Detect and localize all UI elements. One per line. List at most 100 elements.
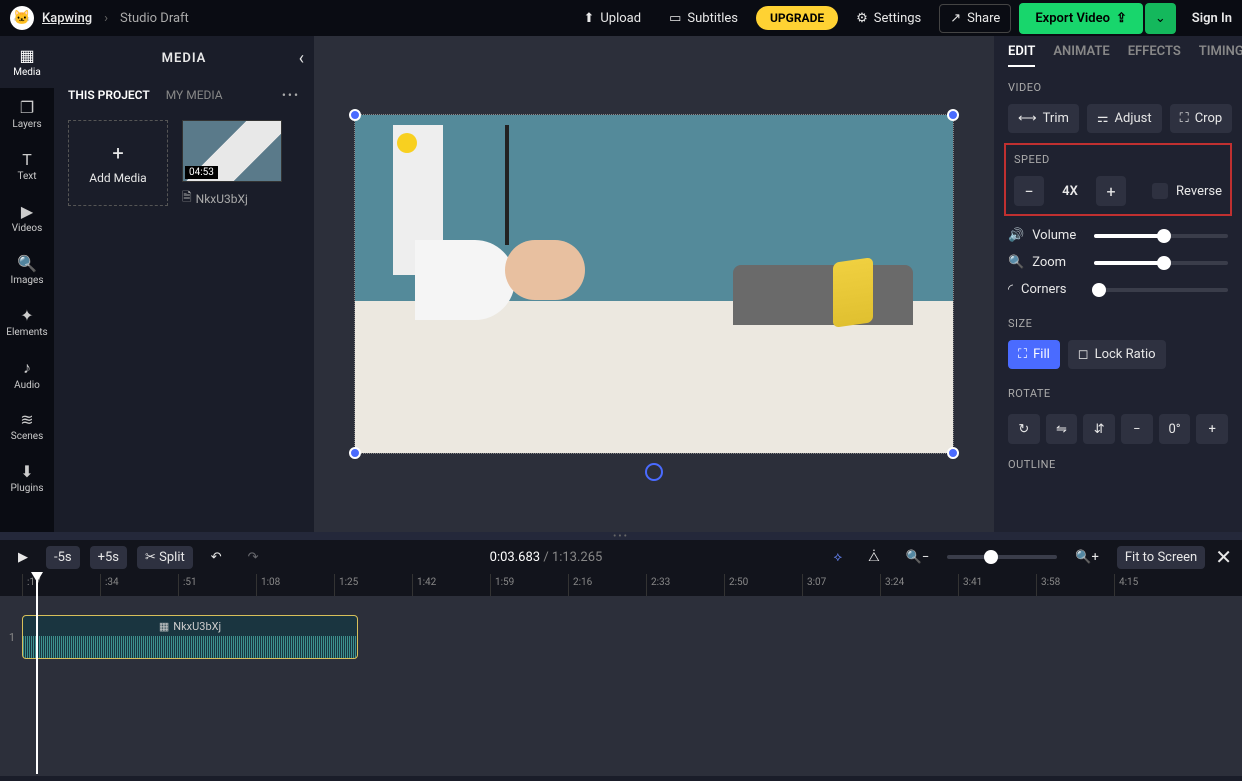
tab-this-project[interactable]: THIS PROJECT [68,88,150,102]
export-icon: ⇪ [1116,11,1127,26]
rotate-section: ROTATE [994,373,1242,414]
tab-edit[interactable]: EDIT [1008,44,1035,67]
size-section-title: SIZE [1008,317,1228,330]
rotate-cw-button[interactable]: ↻ [1008,414,1040,444]
forward-5s-button[interactable]: +5s [90,546,127,569]
rotate-handle[interactable] [645,463,663,481]
selected-clip[interactable] [354,114,954,454]
trim-button[interactable]: ⟷Trim [1008,104,1079,133]
back-5s-button[interactable]: -5s [46,546,80,569]
tab-my-media[interactable]: MY MEDIA [166,88,223,102]
zoom-out-button[interactable]: 🔍− [898,546,938,569]
timeline-ruler[interactable]: :17 :34 :51 1:08 1:25 1:42 1:59 2:16 2:3… [0,574,1242,596]
brand-link[interactable]: Kapwing [42,11,92,26]
volume-row: 🔊Volume [994,222,1242,249]
speed-decrease-button[interactable]: − [1014,176,1044,206]
export-button[interactable]: Export Video⇪ [1019,3,1143,34]
rail-audio[interactable]: ♪Audio [0,348,54,400]
rotate-minus-button[interactable]: − [1121,414,1153,444]
media-thumbnail[interactable]: 04:53 [182,120,282,182]
snap-button[interactable]: ⟡ [825,546,850,569]
rail-scenes[interactable]: ≋Scenes [0,400,54,452]
project-title[interactable]: Studio Draft [120,11,189,26]
flip-v-button[interactable]: ⇵ [1083,414,1115,444]
export-dropdown[interactable]: ⌄ [1145,3,1176,34]
rail-videos[interactable]: ▶Videos [0,192,54,244]
zoom-in-button[interactable]: 🔍+ [1067,546,1107,569]
speed-section-title: SPEED [1014,153,1222,166]
resize-handle-tl[interactable] [349,109,361,121]
rotate-section-title: ROTATE [1008,387,1228,400]
ruler-tick: 1:25 [334,574,412,596]
share-icon: ↗ [950,11,961,26]
redo-button[interactable]: ↷ [240,546,267,569]
rail-plugins[interactable]: ⬇Plugins [0,452,54,504]
undo-button[interactable]: ↶ [203,546,230,569]
rotate-plus-button[interactable]: + [1196,414,1228,444]
timeline-clip[interactable]: ▦NkxU3bXj [22,615,358,659]
rail-images[interactable]: 🔍Images [0,244,54,296]
split-button[interactable]: ✂ Split [137,546,193,569]
play-button[interactable]: ▶ [10,546,36,569]
reverse-toggle[interactable]: Reverse [1152,183,1222,199]
adjust-icon: ⚎ [1097,111,1109,126]
upload-button[interactable]: ⬆Upload [573,5,651,32]
breadcrumb-separator: › [104,11,108,26]
elements-icon: ✦ [20,306,33,325]
tab-animate[interactable]: ANIMATE [1053,44,1109,67]
tab-timing[interactable]: TIMING [1199,44,1242,67]
crop-button[interactable]: ⛶Crop [1170,104,1233,133]
fill-icon: ⛶ [1018,347,1027,362]
timecode: 0:03.683 / 1:13.265 [490,550,603,565]
collapse-panel-button[interactable]: ‹ [299,48,304,69]
timeline-zoom-slider[interactable] [947,555,1057,559]
more-options-button[interactable]: ••• [282,88,300,102]
reverse-checkbox[interactable] [1152,183,1168,199]
kapwing-logo-icon[interactable]: 🐱 [10,6,34,30]
outline-section: OUTLINE [994,444,1242,485]
resize-handle-br[interactable] [947,447,959,459]
lock-ratio-button[interactable]: ◻Lock Ratio [1068,340,1166,369]
ruler-tick: 3:58 [1036,574,1114,596]
upgrade-button[interactable]: UPGRADE [756,6,838,30]
videos-icon: ▶ [21,202,33,221]
ruler-tick: 1:42 [412,574,490,596]
canvas[interactable] [314,36,994,532]
close-timeline-button[interactable]: ✕ [1215,545,1232,569]
zoom-slider[interactable] [1094,261,1228,265]
images-icon: 🔍 [17,254,37,273]
rail-text[interactable]: TText [0,140,54,192]
volume-slider[interactable] [1094,234,1228,238]
flip-h-button[interactable]: ⇋ [1046,414,1078,444]
resize-handle-bl[interactable] [349,447,361,459]
file-icon: 🗎 [182,188,192,209]
add-media-button[interactable]: + Add Media [68,120,168,206]
ruler-tick: :34 [100,574,178,596]
timeline-tracks[interactable]: 1 ▦NkxU3bXj [0,596,1242,776]
rail-elements[interactable]: ✦Elements [0,296,54,348]
ruler-tick: 3:41 [958,574,1036,596]
signin-button[interactable]: Sign In [1192,11,1232,26]
media-name: 🗎NkxU3bXj [182,188,282,209]
timeline-resize-handle[interactable]: ••• [0,532,1242,540]
rail-layers[interactable]: ❐Layers [0,88,54,140]
settings-button[interactable]: ⚙Settings [846,5,931,32]
ruler-tick: :51 [178,574,256,596]
fill-button[interactable]: ⛶Fill [1008,340,1060,369]
subtitles-button[interactable]: ▭Subtitles [659,5,748,32]
adjust-button[interactable]: ⚎Adjust [1087,104,1162,133]
left-rail: ▦Media ❐Layers TText ▶Videos 🔍Images ✦El… [0,36,54,532]
playhead[interactable] [36,574,38,774]
speed-increase-button[interactable]: + [1096,176,1126,206]
tab-effects[interactable]: EFFECTS [1128,44,1181,67]
resize-handle-tr[interactable] [947,109,959,121]
magnet-button[interactable]: ⧊ [860,546,888,569]
rail-media[interactable]: ▦Media [0,36,54,88]
track-number: 1 [4,631,20,644]
share-button[interactable]: ↗Share [939,4,1011,33]
corners-slider[interactable] [1094,288,1228,292]
rotate-buttons: ↻ ⇋ ⇵ − 0° + [994,414,1242,444]
volume-icon: 🔊 [1008,228,1024,243]
fit-to-screen-button[interactable]: Fit to Screen [1117,546,1205,569]
media-item[interactable]: 04:53 🗎NkxU3bXj [182,120,282,209]
